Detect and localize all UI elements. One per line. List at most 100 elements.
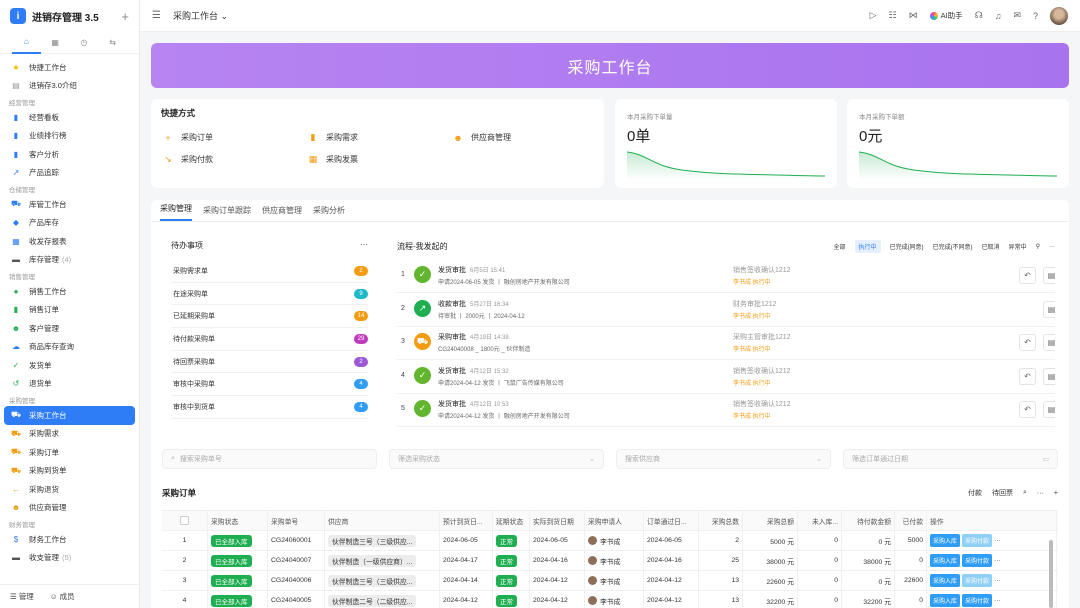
sidebar-item[interactable]: ⛟ 采购订单 [4,443,135,462]
flow-row[interactable]: 3 ⛟ 采购审批 4月19日 14:38 CG24040008 _ 1800元 _ 伙伴… [397,326,1055,360]
tab[interactable]: 采购分析 [313,205,345,221]
todo-item[interactable]: 待付款采购单 29 [171,328,368,351]
column-header[interactable]: 待付款金额 [842,511,895,530]
sidebar-item[interactable]: $ 财务工作台 [4,530,135,549]
todo-item[interactable]: 审核中采购单 4 [171,373,368,397]
todo-item[interactable]: 待回票采购单 2 [171,351,368,374]
sidebar-item[interactable]: ↗ 产品追踪 [4,164,135,183]
select-all-checkbox[interactable] [180,516,189,525]
column-header[interactable]: 已付款 [895,511,927,530]
sidebar-item[interactable]: ▮ 客户分析 [4,145,135,164]
members-button[interactable]: ☺ 成员 [50,591,75,602]
todo-item[interactable]: 在途采购单 9 [171,283,368,306]
home-icon[interactable]: ⌂ [12,32,41,54]
sidebar-item[interactable]: ✓ 发货单 [4,356,135,375]
sidebar-item[interactable]: ★ 快捷工作台 [4,58,135,77]
pay-button[interactable]: 采购付款 [962,574,993,587]
more-icon[interactable]: ··· [994,557,1001,564]
mail-icon[interactable]: ✉ [1013,10,1021,21]
menu-icon[interactable]: ☰ [152,10,161,21]
sidebar-item[interactable]: ⛟ 采购工作台 [4,406,135,425]
flow-row[interactable]: 5 ✓ 发货审批 4月12日 10:53 申请2024-04-12 发货 丨 融创房地产… [397,393,1055,427]
revoke-button[interactable]: ↶ [1019,367,1036,385]
search-icon[interactable]: ⌕ [1023,489,1027,497]
page-title-dropdown[interactable]: 采购工作台 ⌄ [173,9,228,22]
supplier-filter-select[interactable]: 搜索供应商 ⌄ [616,449,831,469]
column-header[interactable]: 采购申请人 [585,511,644,530]
flow-icon[interactable]: ⇆ [98,32,127,54]
detail-button[interactable]: ▤ [1043,267,1055,284]
invoice-button[interactable]: 待回票 [992,488,1013,498]
flow-filter[interactable]: 已完成(同意) [890,242,924,251]
table-row[interactable]: 1 已全部入库 CG24060001 伙伴制造三号（三级供应... 2024-06-05… [162,531,1058,551]
flow-filter[interactable]: 已完成(不同意) [933,242,973,251]
flow-row[interactable]: 2 ↗ 收款审批 5月27日 16:34 待审批 丨 2000元 丨 2024-04-1… [397,293,1055,327]
quick-action[interactable]: ☻ 供应商管理 [451,132,596,143]
detail-button[interactable]: ▤ [1043,401,1055,418]
sidebar-item[interactable]: ☻ 客户管理 [4,319,135,338]
column-header[interactable]: 预计到货日... [440,511,493,530]
help-icon[interactable]: ? [1033,11,1038,21]
pay-button[interactable]: 付款 [968,488,982,498]
quick-action[interactable]: ▮ 采购需求 [306,132,451,143]
flow-filter[interactable]: 已取消 [982,242,1000,251]
flow-row[interactable]: 1 ✓ 发货审批 6月5日 15:41 申请2024-06-05 发货 丨 融创房地产开… [397,259,1055,293]
sidebar-item[interactable]: ⛟ 库管工作台 [4,195,135,214]
add-icon[interactable]: + [1054,490,1058,497]
sidebar-item[interactable]: ▬ 库存管理 (4) [4,251,135,270]
detail-button[interactable]: ▤ [1043,367,1055,385]
sidebar-item[interactable]: ▤ 进销存3.0介绍 [4,77,135,96]
headset-icon[interactable]: ☊ [975,10,983,21]
sidebar-item[interactable]: ▮ 销售订单 [4,301,135,320]
sidebar-item[interactable]: ⛟ 采购需求 [4,425,135,444]
sidebar-item[interactable]: ◆ 产品库存 [4,214,135,233]
revoke-button[interactable]: ↶ [1019,267,1036,284]
sidebar-item[interactable]: ● 销售工作台 [4,282,135,301]
flow-filter[interactable]: 异常中 [1009,242,1027,251]
clock-icon[interactable]: ◷ [70,32,99,54]
ai-assistant-button[interactable]: AI助手 [929,10,963,21]
date-filter-input[interactable]: 筛选订单通过日期 ▭ [843,449,1058,469]
column-header[interactable]: 采购总数 [699,511,743,530]
quick-action[interactable]: ▦ 采购发票 [306,154,451,165]
sidebar-item[interactable]: ▮ 经营看板 [4,108,135,127]
quick-action[interactable]: ↘ 采购付款 [161,154,306,165]
sidebar-item[interactable]: ☁ 商品库存查询 [4,338,135,357]
share-icon[interactable]: ⋈ [909,10,918,21]
column-header[interactable]: 采购总额 [743,511,798,530]
sidebar-item[interactable]: ↺ 退货单 [4,375,135,394]
more-icon[interactable]: ··· [994,577,1001,584]
grid-icon[interactable]: ▦ [41,32,70,54]
more-icon[interactable]: ··· [360,240,368,251]
sidebar-item[interactable]: ▬ 收支管理 (5) [4,549,135,568]
column-header[interactable]: 供应商 [325,511,440,530]
status-filter-select[interactable]: 筛选采购状态 ⌄ [389,449,604,469]
pay-button[interactable]: 采购付款 [962,554,993,567]
flow-filter[interactable]: 执行中 [854,240,881,253]
add-icon[interactable]: + [121,9,129,24]
column-header[interactable]: 延期状态 [493,511,530,530]
revoke-button[interactable]: ↶ [1019,334,1036,351]
tab[interactable]: 供应商管理 [262,205,302,221]
column-header[interactable]: 未入库... [798,511,842,530]
column-header[interactable]: 采购状态 [208,511,268,530]
tab[interactable]: 采购订单跟踪 [203,205,251,221]
play-icon[interactable]: ▷ [870,10,877,21]
scrollbar[interactable] [1049,540,1053,608]
flow-row[interactable]: 4 ✓ 发货审批 4月12日 15:32 申请2024-04-12 发货 丨 飞鼠广告传… [397,360,1055,394]
sidebar-item[interactable]: ▮ 业绩排行榜 [4,127,135,146]
sidebar-item[interactable]: ⛟ 采购到货单 [4,462,135,481]
stock-in-button[interactable]: 采购入库 [930,554,961,567]
quick-action[interactable]: + 采购订单 [161,132,306,143]
column-header[interactable]: 实际到货日期 [530,511,585,530]
tab[interactable]: 采购管理 [160,203,192,221]
column-header[interactable]: 操作 [927,511,1057,530]
todo-item[interactable]: 采购需求单 2 [171,260,368,283]
avatar[interactable] [1050,6,1068,25]
flow-filter[interactable]: 全部 [834,242,846,251]
pay-button[interactable]: 采购付款 [962,594,993,607]
sidebar-item[interactable]: ← 采购退货 [4,480,135,499]
table-row[interactable]: 3 已全部入库 CG24040006 伙伴制造三号（三级供应... 2024-04-14… [162,571,1058,591]
detail-button[interactable]: ▤ [1043,334,1055,351]
todo-item[interactable]: 已延期采购单 14 [171,305,368,329]
